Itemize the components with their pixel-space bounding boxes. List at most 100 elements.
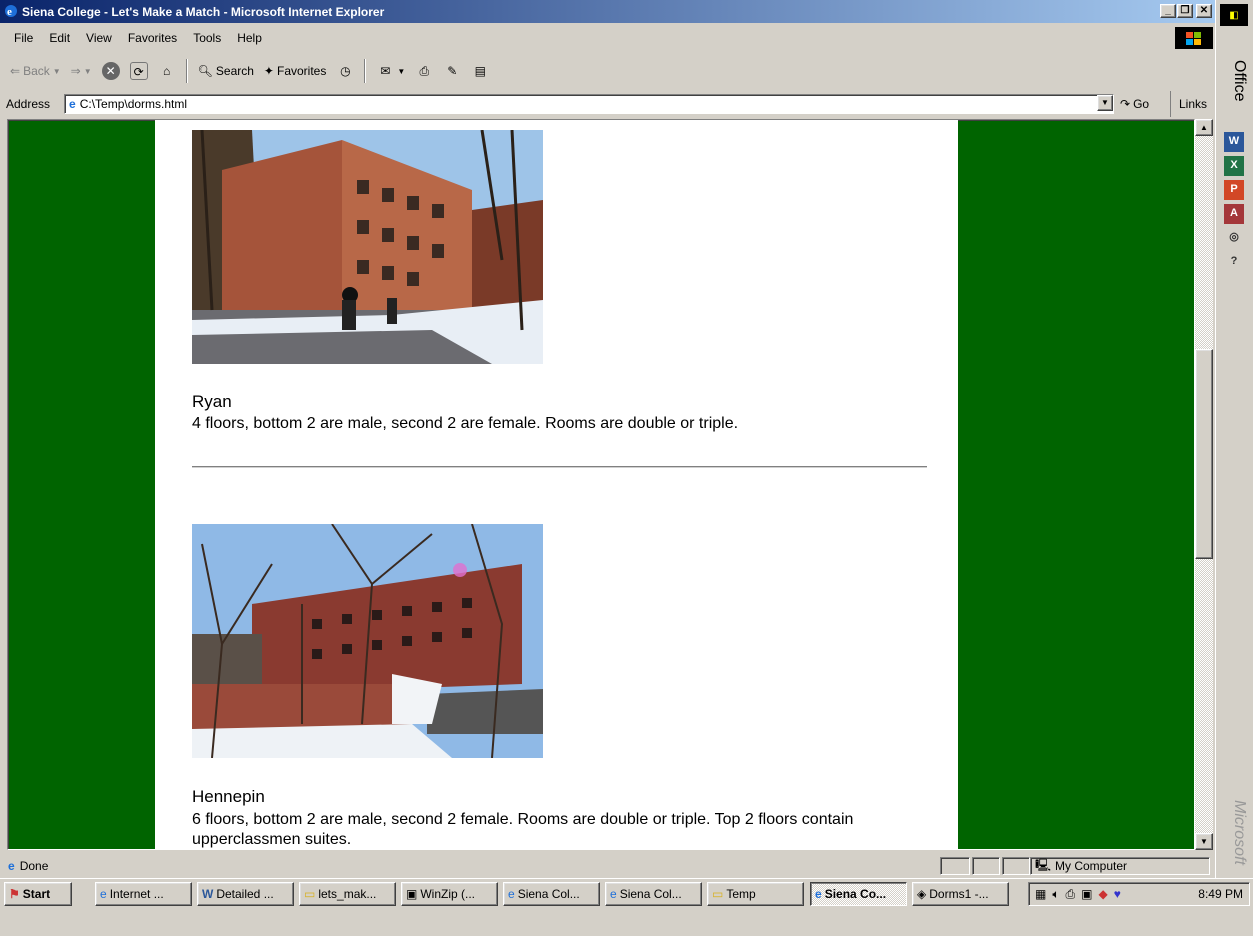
task-label: Detailed ... [216, 887, 274, 901]
refresh-icon: ⟳ [129, 62, 148, 80]
task-label: Dorms1 -... [929, 887, 989, 901]
microsoft-brand-label: Microsoft [1231, 800, 1248, 865]
dorm-description: 4 floors, bottom 2 are male, second 2 ar… [192, 415, 739, 432]
task-label: Internet ... [109, 887, 164, 901]
menu-favorites[interactable]: Favorites [120, 31, 185, 45]
windows-flag-icon: ⚑ [9, 887, 20, 901]
dropdown-icon: ▼ [397, 66, 406, 76]
office-shortcut-bar: ◧ Office W X P A ◎ ? Microsoft [1215, 0, 1253, 894]
back-button[interactable]: ⇐ Back ▼ [6, 58, 65, 84]
status-panel [972, 857, 1000, 875]
access-icon[interactable]: A [1224, 204, 1244, 224]
task-button[interactable]: e Siena Col... [503, 882, 600, 906]
address-url: C:\Temp\dorms.html [79, 97, 188, 111]
links-label: Links [1179, 97, 1208, 111]
security-zone-panel: 🖳 My Computer [1030, 857, 1210, 875]
mail-button[interactable]: ✉ ▼ [372, 58, 409, 84]
refresh-button[interactable]: ⟳ [126, 58, 152, 84]
home-icon: ⌂ [163, 64, 171, 78]
search-label: Search [215, 64, 254, 78]
go-button[interactable]: ↷ Go [1120, 94, 1149, 114]
task-button[interactable]: e Internet ... [95, 882, 192, 906]
address-dropdown-button[interactable]: ▼ [1097, 95, 1113, 111]
maximize-button[interactable]: ❐ [1177, 4, 1193, 18]
printer-icon[interactable]: ⎙ [1066, 887, 1076, 902]
links-toolbar[interactable]: Links [1170, 91, 1207, 117]
menu-file[interactable]: File [6, 31, 41, 45]
window-title-bar[interactable]: e Siena College - Let's Make a Match - M… [0, 0, 1215, 23]
address-input[interactable]: e C:\Temp\dorms.html ▼ [64, 94, 1114, 114]
stop-button[interactable]: ✕ [98, 58, 124, 84]
folder-icon: ▭ [304, 887, 316, 901]
task-label: Siena Col... [619, 887, 682, 901]
dropdown-icon: ▼ [52, 66, 61, 76]
start-button[interactable]: ⚑ Start [4, 882, 72, 906]
office-label: Office [1231, 60, 1248, 102]
menu-tools[interactable]: Tools [185, 31, 229, 45]
status-panel [1002, 857, 1030, 875]
discuss-icon: ▤ [474, 64, 486, 78]
minimize-button[interactable]: _ [1160, 4, 1176, 18]
outlook-icon[interactable]: ◎ [1224, 228, 1244, 248]
address-bar: Address e C:\Temp\dorms.html ▼ ↷ Go Link… [0, 91, 1215, 117]
display-icon[interactable]: ▣ [1081, 887, 1092, 901]
history-button[interactable]: ◷ [332, 58, 358, 84]
print-button[interactable]: ⎙ [411, 58, 437, 84]
print-icon: ⎙ [419, 64, 430, 78]
task-button[interactable]: W Detailed ... [197, 882, 294, 906]
go-arrow-icon: ↷ [1120, 97, 1131, 111]
close-button[interactable]: ✕ [1196, 4, 1212, 18]
task-button[interactable]: ▣ WinZip (... [401, 882, 498, 906]
window-title: Siena College - Let's Make a Match - Mic… [22, 4, 385, 19]
back-label: Back [23, 64, 50, 78]
task-button[interactable]: ▭ lets_mak... [299, 882, 396, 906]
search-button[interactable]: 🔍︎ Search [194, 58, 258, 84]
svg-text:e: e [7, 6, 12, 18]
menu-help[interactable]: Help [229, 31, 270, 45]
page-status-icon: e [8, 859, 15, 873]
task-button-active[interactable]: e Siena Co... [810, 882, 907, 906]
vertical-scrollbar[interactable]: ▲ ▼ [1195, 119, 1213, 850]
dorm-name: Hennepin [192, 787, 265, 806]
volume-icon[interactable]: 🔈︎ [1052, 887, 1059, 902]
discuss-button[interactable]: ▤ [467, 58, 493, 84]
office-logo-icon[interactable]: ◧ [1220, 4, 1248, 26]
powerpoint-icon[interactable]: P [1224, 180, 1244, 200]
start-label: Start [22, 887, 51, 901]
word-doc-icon: W [202, 887, 214, 901]
task-button[interactable]: ▭ Temp [707, 882, 804, 906]
office-assistant-icon[interactable]: ? [1224, 252, 1244, 272]
winzip-icon: ▣ [406, 887, 418, 901]
hennepin-hall-photo [192, 524, 543, 758]
scroll-down-button[interactable]: ▼ [1195, 833, 1213, 850]
task-label: lets_mak... [318, 887, 377, 901]
dropdown-icon: ▼ [83, 66, 92, 76]
scrollbar-thumb[interactable] [1195, 349, 1213, 559]
menu-view[interactable]: View [78, 31, 120, 45]
folder-icon: ▭ [712, 887, 724, 901]
task-label: Siena Co... [824, 887, 887, 901]
visio-icon: ◈ [917, 887, 927, 901]
zone-label: My Computer [1055, 859, 1128, 873]
dorm-description: 6 floors, bottom 2 are male, second 2 fe… [192, 811, 854, 848]
search-icon: 🔍︎ [197, 64, 213, 78]
antivirus-icon[interactable]: ♥ [1114, 887, 1121, 901]
scroll-up-button[interactable]: ▲ [1195, 119, 1213, 136]
network-icon[interactable]: ▦ [1035, 887, 1046, 901]
browser-content: Ryan 4 floors, bottom 2 are male, second… [7, 119, 1195, 850]
edit-button[interactable]: ✎ [439, 58, 465, 84]
ie-icon: e [100, 887, 107, 901]
toolbar-separator [364, 59, 367, 83]
history-icon: ◷ [340, 64, 351, 78]
word-icon[interactable]: W [1224, 132, 1244, 152]
excel-icon[interactable]: X [1224, 156, 1244, 176]
messenger-icon[interactable]: ◆ [1099, 887, 1108, 901]
menu-edit[interactable]: Edit [41, 31, 78, 45]
back-arrow-icon: ⇐ [10, 64, 21, 78]
task-button[interactable]: e Siena Col... [605, 882, 702, 906]
favorites-button[interactable]: ✦ Favorites [260, 58, 330, 84]
home-button[interactable]: ⌂ [154, 58, 180, 84]
task-label: WinZip (... [420, 887, 476, 901]
forward-button[interactable]: ⇒ ▼ [67, 58, 96, 84]
task-button[interactable]: ◈ Dorms1 -... [912, 882, 1009, 906]
